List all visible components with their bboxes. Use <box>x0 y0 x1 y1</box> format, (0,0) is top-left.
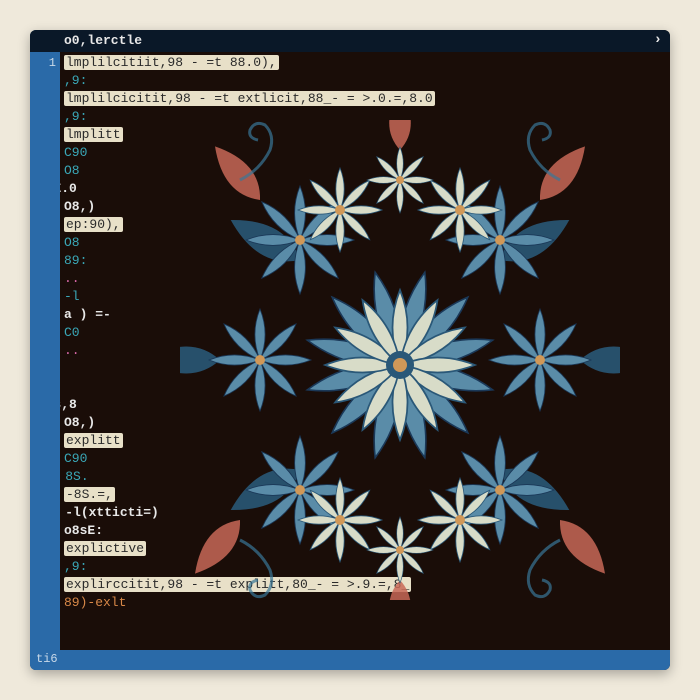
line-gutter: 1 <box>30 30 60 670</box>
code-token: ep:90), <box>64 217 123 232</box>
code-token: ,9: <box>64 73 87 88</box>
code-token: O8,) <box>64 199 95 214</box>
code-token: .. <box>64 343 80 358</box>
code-token: explictive <box>64 541 146 556</box>
editor-window: o0,lerctle › 1 lmplilcitiit,98 - =t 88.0… <box>30 30 670 670</box>
code-token: o8sE: <box>64 523 103 538</box>
code-token: lmplitt <box>64 127 123 142</box>
status-text: ti6 <box>36 652 58 666</box>
code-token: explirccitit,98 - =t explitt,80_- = >.9.… <box>64 577 411 592</box>
chevron-right-icon[interactable]: › <box>654 32 662 48</box>
code-token: ,9: <box>64 559 87 574</box>
code-token: C90 <box>64 451 87 466</box>
label-token: trEs,8 <box>60 397 77 412</box>
code-token: C90 <box>64 145 87 160</box>
code-token: O8 <box>64 235 80 250</box>
code-token: 89: <box>64 253 87 268</box>
code-token: ,9: <box>64 109 87 124</box>
code-token: O8,) <box>64 415 95 430</box>
titlebar: o0,lerctle › <box>30 30 670 52</box>
code-area[interactable]: lmplilcitiit,98 - =t 88.0), ,9: lmplilci… <box>60 30 670 670</box>
code-token: lmplilcicitit,98 - =t extlicit,88_- = >.… <box>64 91 435 106</box>
code-token: C0 <box>64 325 80 340</box>
code-token: -l <box>64 289 80 304</box>
code-token: lmplilcitiit,98 - =t 88.0), <box>64 55 279 70</box>
label-token: takE.0 <box>60 181 77 196</box>
title-text: o0,lerctle <box>64 33 142 48</box>
code-token: .. <box>64 271 80 286</box>
code-token: 89)-exlt <box>64 595 126 610</box>
code-token: explitt <box>64 433 123 448</box>
code-token: a ) =- <box>64 307 111 322</box>
code-token: O8 <box>64 163 80 178</box>
code-token: -8S.=, <box>64 487 115 502</box>
statusbar: ti6 <box>30 650 670 670</box>
